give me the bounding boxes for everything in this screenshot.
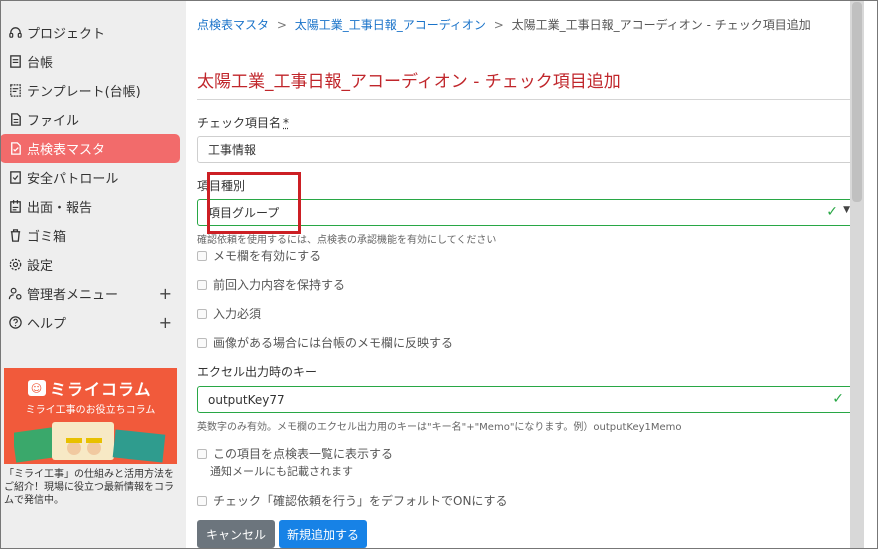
sidebar-item-ledger[interactable]: 台帳: [0, 47, 186, 76]
keep-previous-checkbox[interactable]: 前回入力内容を保持する: [197, 276, 345, 293]
checkbox-box[interactable]: [197, 250, 207, 261]
safety-icon: [7, 170, 23, 186]
headset-icon: [7, 25, 23, 41]
ledger-icon: [7, 54, 23, 70]
sidebar-item-settings[interactable]: 設定: [0, 250, 186, 279]
banner-illustration: [14, 422, 166, 463]
item-name-label: チェック項目名 *: [197, 114, 289, 131]
sidebar-item-label: ヘルプ: [27, 317, 67, 332]
show-in-list-checkbox[interactable]: この項目を点検表一覧に表示する: [197, 445, 393, 462]
sidebar-item-trash[interactable]: ゴミ箱: [0, 221, 186, 250]
admin-icon: [7, 286, 23, 302]
sidebar: プロジェクト 台帳 テンプレート(台帳) ファイル 点検表マスタ 安全パトロール…: [0, 0, 186, 549]
page-title: 太陽工業_工事日報_アコーディオン - チェック項目追加: [197, 72, 621, 92]
checkbox-label: メモ欄を有効にする: [213, 249, 322, 263]
scrollbar-thumb[interactable]: [852, 2, 862, 202]
chevron-down-icon: ▼: [843, 205, 850, 215]
excel-key-label: エクセル出力時のキー: [197, 365, 318, 379]
excel-key-input[interactable]: outputKey77 ✓: [197, 386, 853, 413]
breadcrumb-link-checklist[interactable]: 太陽工業_工事日報_アコーディオン: [295, 18, 486, 32]
sidebar-item-safety-patrol[interactable]: 安全パトロール: [0, 163, 186, 192]
breadcrumb-current: 太陽工業_工事日報_アコーディオン - チェック項目追加: [511, 18, 811, 32]
expand-plus-icon[interactable]: +: [159, 284, 172, 303]
sidebar-item-label: ゴミ箱: [27, 230, 67, 245]
breadcrumb-separator: >: [493, 18, 504, 32]
template-icon: [7, 83, 23, 99]
sidebar-item-label: 安全パトロール: [27, 172, 119, 187]
checkbox-box[interactable]: [197, 279, 207, 290]
checkbox-box[interactable]: [197, 337, 207, 348]
checklist-icon: [7, 141, 23, 157]
sidebar-item-help[interactable]: ヘルプ +: [0, 308, 186, 337]
expand-plus-icon[interactable]: +: [159, 313, 172, 332]
checkbox-label: 前回入力内容を保持する: [213, 278, 346, 292]
annotation-highlight-box: [207, 172, 301, 234]
checkbox-label: 入力必須: [213, 307, 262, 321]
required-input-checkbox[interactable]: 入力必須: [197, 305, 261, 322]
sidebar-item-label: テンプレート(台帳): [27, 85, 141, 100]
checkbox-box[interactable]: [197, 308, 207, 319]
sidebar-item-admin-menu[interactable]: 管理者メニュー +: [0, 279, 186, 308]
breadcrumb: 点検表マスタ > 太陽工業_工事日報_アコーディオン > 太陽工業_工事日報_ア…: [197, 16, 811, 33]
item-name-value: 工事情報: [208, 143, 257, 157]
banner-subtitle: ミライ工事のお役立ちコラム: [25, 405, 156, 416]
banner-description: 「ミライ工事」の仕組みと活用方法をご紹介！現場に役立つ最新情報をコラムで発信中。: [4, 469, 174, 506]
banner-logo-text: ミライコラム: [50, 380, 152, 399]
default-confirm-checkbox[interactable]: チェック「確認依頼を行う」をデフォルトでONにする: [197, 492, 508, 509]
sidebar-item-file[interactable]: ファイル: [0, 105, 186, 134]
item-name-label-text: チェック項目名: [197, 116, 282, 130]
checkbox-label: 画像がある場合には台帳のメモ欄に反映する: [213, 336, 454, 350]
sidebar-item-project[interactable]: プロジェクト: [0, 18, 186, 47]
required-marker: *: [283, 116, 290, 130]
sidebar-item-label: 管理者メニュー: [27, 288, 119, 303]
sidebar-item-label: 出面・報告: [27, 201, 93, 216]
sidebar-item-label: プロジェクト: [27, 27, 106, 42]
excel-key-value: outputKey77: [208, 392, 285, 407]
excel-key-hint: 英数字のみ有効。メモ欄のエクセル出力用のキーは"キー名"+"Memo"になります…: [197, 422, 682, 433]
sidebar-item-label: 台帳: [27, 56, 54, 71]
checkbox-label: この項目を点検表一覧に表示する: [213, 447, 394, 461]
sidebar-nav: プロジェクト 台帳 テンプレート(台帳) ファイル 点検表マスタ 安全パトロール…: [0, 18, 186, 337]
vertical-scrollbar[interactable]: [850, 0, 864, 549]
checkbox-box[interactable]: [197, 495, 207, 506]
add-new-button[interactable]: 新規追加する: [279, 520, 367, 548]
sidebar-item-label: 点検表マスタ: [27, 143, 106, 158]
trash-icon: [7, 228, 23, 244]
item-name-input[interactable]: 工事情報: [197, 136, 853, 163]
banner-logo: ☺ ミライコラム: [28, 376, 152, 400]
valid-check-icon: ✓: [826, 204, 838, 220]
sidebar-item-checklist-master[interactable]: 点検表マスタ: [0, 134, 180, 163]
file-icon: [7, 112, 23, 128]
sidebar-item-report[interactable]: 出面・報告: [0, 192, 186, 221]
checkbox-label: チェック「確認依頼を行う」をデフォルトでONにする: [213, 494, 508, 508]
column-banner[interactable]: ☺ ミライコラム ミライ工事のお役立ちコラム: [4, 368, 177, 464]
help-icon: [7, 315, 23, 331]
sidebar-item-label: 設定: [27, 259, 54, 274]
enable-memo-checkbox[interactable]: メモ欄を有効にする: [197, 247, 321, 264]
title-divider: [197, 99, 854, 100]
sidebar-item-label: ファイル: [27, 114, 80, 129]
gear-icon: [7, 257, 23, 273]
show-in-list-note: 通知メールにも記載されます: [210, 465, 353, 478]
reflect-image-memo-checkbox[interactable]: 画像がある場合には台帳のメモ欄に反映する: [197, 334, 453, 351]
breadcrumb-separator: >: [276, 18, 287, 32]
report-icon: [7, 199, 23, 215]
column-logo-icon: ☺: [28, 380, 46, 396]
main-content: 点検表マスタ > 太陽工業_工事日報_アコーディオン > 太陽工業_工事日報_ア…: [186, 0, 864, 549]
sidebar-item-template[interactable]: テンプレート(台帳): [0, 76, 186, 105]
breadcrumb-link-checklist-master[interactable]: 点検表マスタ: [197, 18, 269, 32]
checkbox-box[interactable]: [197, 448, 207, 459]
cancel-button[interactable]: キャンセル: [197, 520, 275, 548]
valid-check-icon: ✓: [832, 391, 844, 407]
